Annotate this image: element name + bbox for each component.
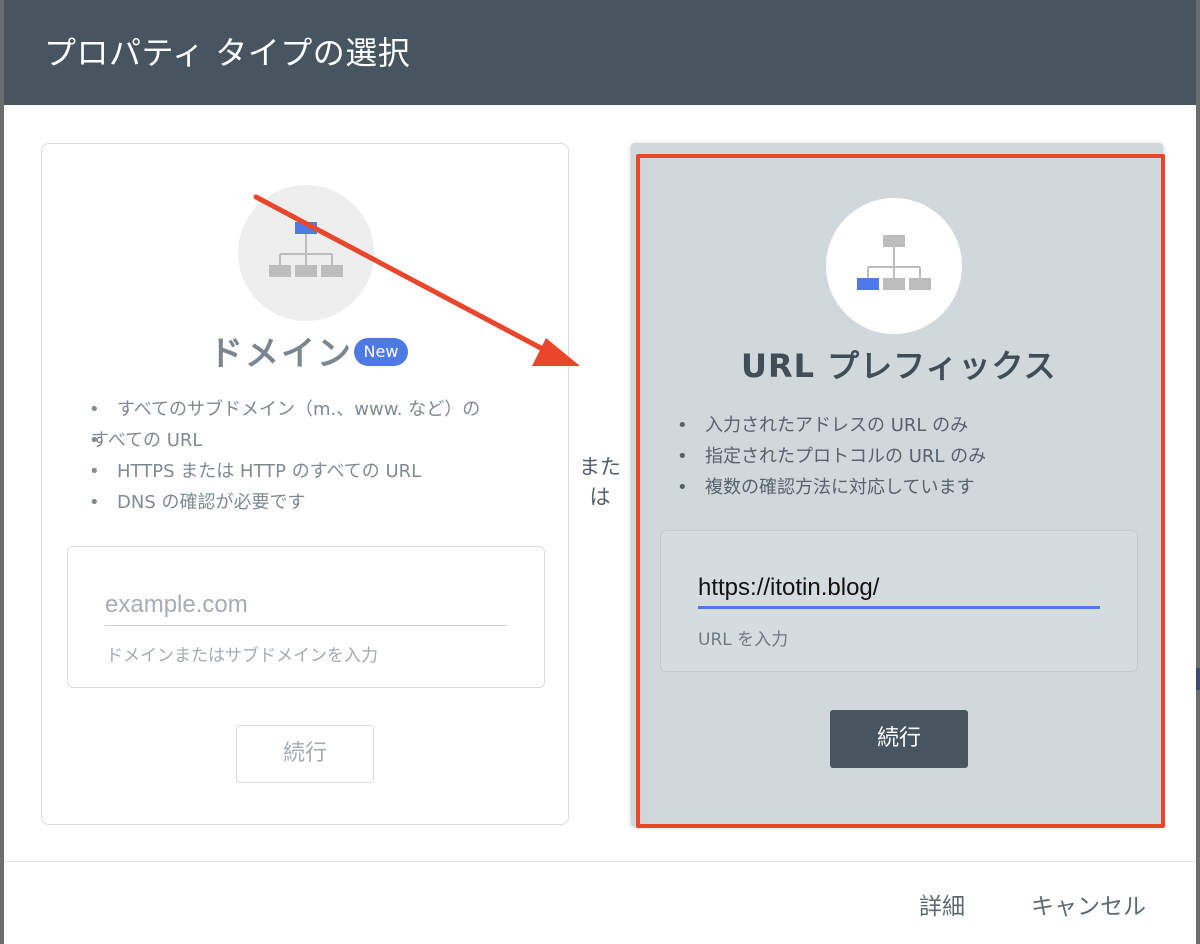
or-separator-line2: は	[589, 485, 611, 509]
url-prefix-property-card[interactable]: URL プレフィックス 入力されたアドレスの URL のみ 指定されたプロトコル…	[631, 143, 1163, 826]
domain-input-container: ドメインまたはサブドメインを入力	[67, 546, 545, 688]
domain-feature-list: すべてのサブドメイン（m.、www. など）の すべての URL HTTPS ま…	[80, 394, 520, 518]
domain-feature-item: HTTPS または HTTP のすべての URL	[80, 456, 520, 487]
domain-input-helper: ドメインまたはサブドメインを入力	[106, 646, 378, 666]
or-separator: また は	[576, 452, 624, 512]
domain-feature-item: DNS の確認が必要です	[80, 487, 520, 518]
domain-continue-button[interactable]: 続行	[236, 725, 374, 783]
url-prefix-card-title: URL プレフィックス	[741, 347, 1057, 385]
domain-card-title: ドメイン	[209, 334, 353, 374]
domain-feature-item: すべてのサブドメイン（m.、www. など）の	[80, 394, 520, 425]
url-feature-item: 複数の確認方法に対応しています	[668, 472, 1108, 503]
domain-sitemap-icon	[238, 185, 374, 321]
domain-property-card[interactable]: ドメイン New すべてのサブドメイン（m.、www. など）の すべての UR…	[41, 143, 569, 825]
url-feature-item: 指定されたプロトコルの URL のみ	[668, 441, 1108, 472]
url-input-helper: URL を入力	[698, 630, 789, 650]
dialog-edge-right	[1196, 0, 1200, 944]
background-page-fragment	[1196, 668, 1200, 690]
url-feature-list: 入力されたアドレスの URL のみ 指定されたプロトコルの URL のみ 複数の…	[668, 410, 1108, 503]
url-input[interactable]	[698, 569, 1100, 609]
footer-divider	[4, 861, 1196, 862]
domain-input[interactable]	[105, 585, 507, 626]
url-input-container: URL を入力	[660, 530, 1138, 672]
cancel-button[interactable]: キャンセル	[1031, 887, 1146, 921]
domain-feature-item-continuation: すべての URL	[80, 425, 520, 456]
dialog-title: プロパティ タイプの選択	[44, 34, 411, 72]
details-button[interactable]: 詳細	[919, 887, 965, 921]
url-feature-item: 入力されたアドレスの URL のみ	[668, 410, 1108, 441]
url-sitemap-icon	[826, 198, 962, 334]
url-continue-button[interactable]: 続行	[830, 710, 968, 768]
property-type-dialog: プロパティ タイプの選択 ドメイン New すべてのサブドメイン（m.、www.…	[4, 0, 1196, 944]
dialog-header: プロパティ タイプの選択	[4, 0, 1196, 105]
new-badge: New	[354, 338, 408, 366]
or-separator-line1: また	[579, 455, 621, 479]
